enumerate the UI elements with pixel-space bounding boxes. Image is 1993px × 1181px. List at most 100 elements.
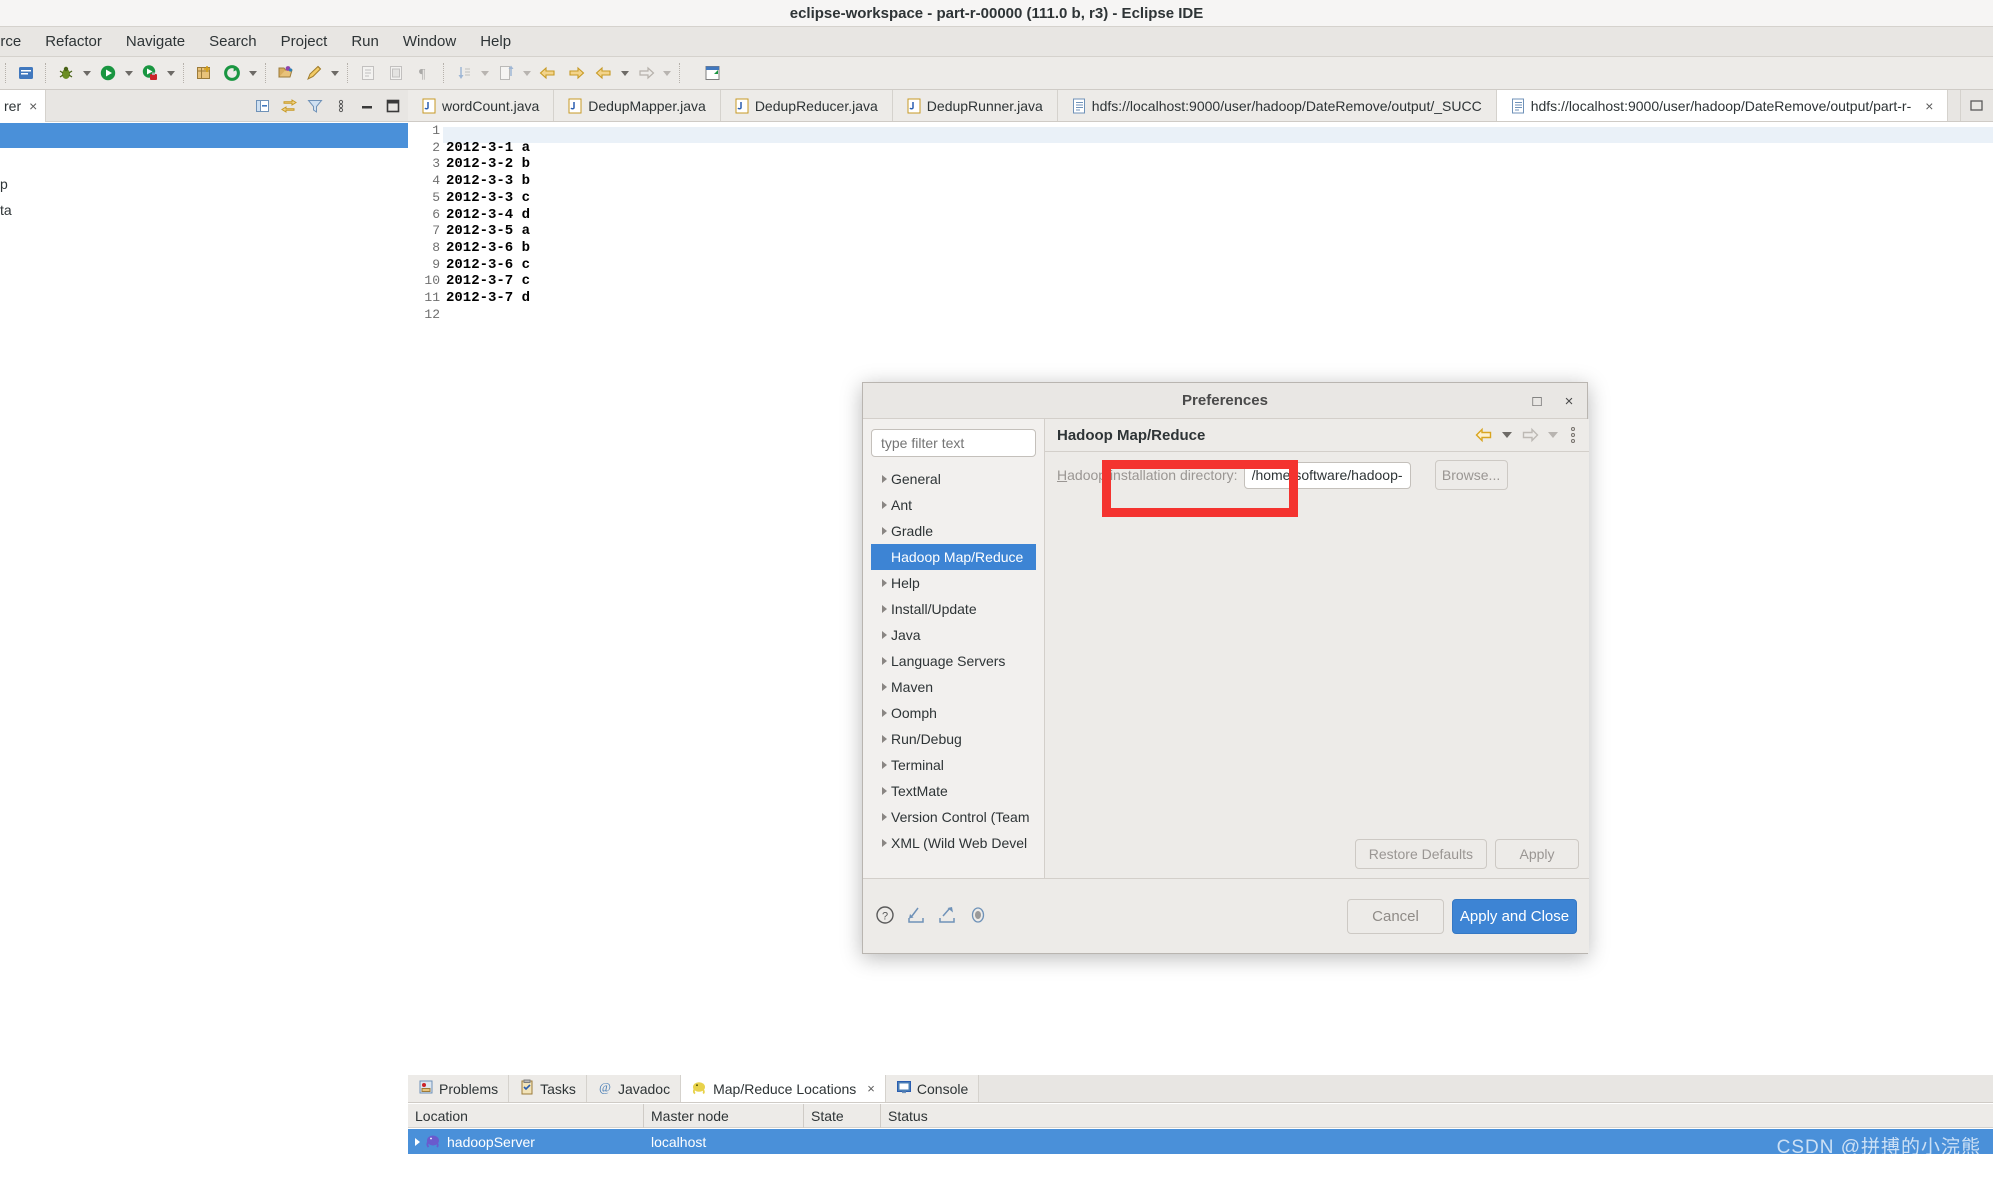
show-whitespace-icon[interactable]: ¶ (411, 60, 437, 86)
project-explorer-selected-row[interactable] (0, 123, 408, 148)
back-arrow-icon[interactable] (1473, 425, 1495, 445)
collapse-all-icon[interactable] (252, 95, 274, 117)
preferences-tree-item[interactable]: XML (Wild Web Devel (871, 830, 1036, 856)
expand-arrow-icon[interactable] (877, 761, 891, 769)
page-menu-icon[interactable] (1565, 427, 1581, 443)
menu-item-window[interactable]: Window (391, 30, 468, 53)
restore-defaults-button[interactable]: Restore Defaults (1354, 839, 1487, 869)
import-preferences-icon[interactable] (906, 905, 928, 927)
filter-icon[interactable] (304, 95, 326, 117)
previous-annotation-icon[interactable] (493, 60, 519, 86)
preferences-tree-item[interactable]: Run/Debug (871, 726, 1036, 752)
close-icon[interactable]: × (29, 98, 37, 114)
preferences-tree-item[interactable]: Terminal (871, 752, 1036, 778)
apply-button[interactable]: Apply (1495, 839, 1579, 869)
menu-item-source[interactable]: urce (0, 30, 33, 53)
bottom-view-tab[interactable]: Tasks (509, 1075, 587, 1102)
hadoop-install-dir-input[interactable] (1243, 461, 1411, 489)
column-header-state[interactable]: State (804, 1103, 881, 1128)
preferences-status-icon[interactable] (968, 905, 990, 927)
column-header-location[interactable]: Location (408, 1103, 644, 1128)
expand-arrow-icon[interactable] (877, 787, 891, 795)
expand-arrow-icon[interactable] (877, 579, 891, 587)
link-with-editor-icon[interactable] (278, 95, 300, 117)
refresh-dropdown-icon[interactable] (246, 60, 260, 86)
back-navigation-icon[interactable] (591, 60, 617, 86)
forward-history-icon[interactable] (563, 60, 589, 86)
pen-dropdown-icon[interactable] (328, 60, 342, 86)
run-dropdown-icon[interactable] (122, 60, 136, 86)
project-tree-item-0[interactable]: p (0, 176, 8, 192)
next-annotation-dropdown-icon[interactable] (478, 60, 492, 86)
menu-item-help[interactable]: Help (468, 30, 523, 53)
table-row[interactable]: hadoopServer localhost (408, 1129, 1993, 1154)
expand-arrow-icon[interactable] (877, 735, 891, 743)
close-icon[interactable]: × (867, 1081, 875, 1096)
back-dropdown-icon[interactable] (1500, 425, 1514, 445)
back-history-icon[interactable] (535, 60, 561, 86)
forward-navigation-dropdown-icon[interactable] (660, 60, 674, 86)
preferences-tree-item[interactable]: General (871, 466, 1036, 492)
open-type-icon[interactable] (700, 60, 726, 86)
new-package-icon[interactable] (191, 60, 217, 86)
close-icon[interactable]: × (1925, 98, 1933, 114)
preferences-tree-item[interactable]: Version Control (Team (871, 804, 1036, 830)
menu-item-project[interactable]: Project (269, 30, 340, 53)
new-java-class-icon[interactable] (355, 60, 381, 86)
run-external-tools-icon[interactable] (137, 60, 163, 86)
expand-arrow-icon[interactable] (877, 475, 891, 483)
menu-item-run[interactable]: Run (339, 30, 391, 53)
cancel-button[interactable]: Cancel (1347, 898, 1444, 934)
preferences-tree-item[interactable]: Gradle (871, 518, 1036, 544)
editor-tab[interactable]: DedupRunner.java (892, 90, 1058, 121)
open-perspective-icon[interactable] (273, 60, 299, 86)
forward-dropdown-icon[interactable] (1546, 425, 1560, 445)
column-header-status[interactable]: Status (881, 1104, 1001, 1128)
tab-project-explorer[interactable]: rer × (0, 89, 47, 122)
editor-tab[interactable]: DedupMapper.java (554, 90, 721, 121)
preferences-tree-item[interactable]: Oomph (871, 700, 1036, 726)
bottom-view-tab[interactable]: Console (885, 1075, 980, 1102)
previous-annotation-dropdown-icon[interactable] (520, 60, 534, 86)
filter-input[interactable] (871, 429, 1036, 457)
preferences-tree-item[interactable]: Maven (871, 674, 1036, 700)
view-menu-icon[interactable] (330, 95, 352, 117)
preferences-tree-item[interactable]: Hadoop Map/Reduce (871, 544, 1036, 570)
maximize-icon[interactable] (382, 95, 404, 117)
quick-access-pen-icon[interactable] (301, 60, 327, 86)
new-view-icon[interactable] (13, 60, 39, 86)
preferences-tree-item[interactable]: Ant (871, 492, 1036, 518)
apply-and-close-button[interactable]: Apply and Close (1452, 898, 1577, 934)
run-icon[interactable] (95, 60, 121, 86)
close-icon[interactable]: × (1561, 393, 1577, 410)
preferences-tree-item[interactable]: TextMate (871, 778, 1036, 804)
browse-button[interactable]: Browse... (1434, 460, 1508, 490)
expand-arrow-icon[interactable] (877, 657, 891, 665)
preferences-tree-item[interactable]: Help (871, 570, 1036, 596)
preferences-tree-item[interactable]: Java (871, 622, 1036, 648)
maximize-icon[interactable]: □ (1529, 393, 1545, 410)
menu-item-refactor[interactable]: Refactor (33, 30, 114, 53)
expand-arrow-icon[interactable] (877, 839, 891, 847)
preferences-tree-item[interactable]: Language Servers (871, 648, 1036, 674)
menu-item-navigate[interactable]: Navigate (114, 30, 197, 53)
expand-arrow-icon[interactable] (877, 501, 891, 509)
export-preferences-icon[interactable] (937, 905, 959, 927)
editor-tab[interactable]: hdfs://localhost:9000/user/hadoop/DateRe… (1496, 90, 1949, 121)
column-header-master-node[interactable]: Master node (644, 1103, 804, 1128)
menu-item-search[interactable]: Search (197, 30, 269, 53)
preferences-tree-item[interactable]: Install/Update (871, 596, 1036, 622)
project-tree-item-1[interactable]: ta (0, 202, 12, 218)
editor-tab[interactable]: wordCount.java (408, 90, 555, 121)
expand-arrow-icon[interactable] (415, 1137, 420, 1146)
bottom-view-tab[interactable]: Problems (408, 1075, 510, 1102)
help-icon[interactable]: ? (875, 905, 897, 927)
forward-arrow-icon[interactable] (1519, 425, 1541, 445)
debug-dropdown-icon[interactable] (80, 60, 94, 86)
toggle-block-selection-icon[interactable] (383, 60, 409, 86)
expand-arrow-icon[interactable] (877, 631, 891, 639)
editor-tab[interactable]: hdfs://localhost:9000/user/hadoop/DateRe… (1057, 90, 1497, 121)
next-annotation-icon[interactable] (451, 60, 477, 86)
editor-tab[interactable]: DedupReducer.java (720, 90, 893, 121)
debug-icon[interactable] (53, 60, 79, 86)
